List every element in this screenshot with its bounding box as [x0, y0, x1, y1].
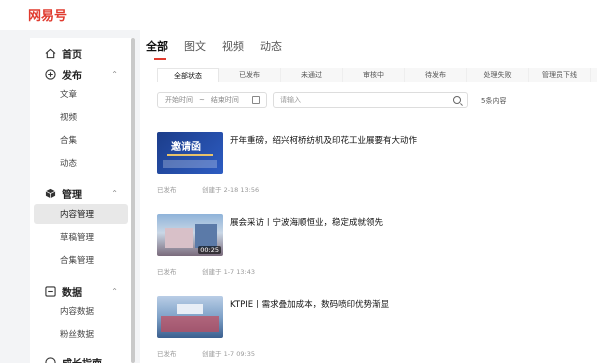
sidebar-section-data[interactable]: 数据 ⌃ [30, 281, 130, 301]
search-icon[interactable] [453, 96, 461, 104]
sidebar-section-growth[interactable]: 成长指南 [30, 352, 130, 363]
list-item[interactable]: KTPIE丨需求叠加成本，数码喷印优势渐显 已发布 创建于 1-7 09:35 [157, 296, 587, 363]
sidebar-item-article[interactable]: 文章 [34, 84, 128, 104]
item-created-time: 创建于 2-18 13:56 [202, 186, 260, 194]
date-end: 结束时间 [210, 96, 239, 104]
sidebar-scrollbar[interactable] [131, 38, 135, 363]
sidebar-section-manage[interactable]: 管理 ⌃ [30, 183, 130, 203]
item-status: 已发布 [157, 186, 177, 194]
sidebar-item-draft-manage[interactable]: 草稿管理 [34, 227, 128, 247]
sidebar-item-content-data[interactable]: 内容数据 [34, 301, 128, 321]
main-panel: 全部 图文 视频 动态 全部状态 已发布 未通过 审核中 待发布 处理失败 管理… [140, 30, 600, 363]
sidebar-section-label: 数据 [62, 287, 82, 299]
chevron-up-icon: ⌃ [111, 188, 118, 198]
sidebar-item-label: 首页 [62, 49, 82, 61]
filter-published[interactable]: 已发布 [219, 68, 281, 82]
filter-admin-offline[interactable]: 管理员下线 [529, 68, 591, 82]
status-filter-bar: 全部状态 已发布 未通过 审核中 待发布 处理失败 管理员下线 [157, 68, 597, 82]
tab-moments[interactable]: 动态 [260, 40, 282, 60]
thumbnail[interactable] [157, 296, 223, 338]
sidebar-item-collection-manage[interactable]: 合集管理 [34, 250, 128, 270]
thumbnail-decoration [165, 228, 193, 248]
thumbnail[interactable]: 邀请函 [157, 132, 223, 174]
search-input[interactable]: 请输入 [273, 92, 468, 108]
sidebar-section-publish[interactable]: 发布 ⌃ [30, 64, 130, 84]
sidebar-item-moments[interactable]: 动态 [34, 153, 128, 173]
tab-all[interactable]: 全部 [146, 40, 168, 60]
thumbnail-decoration [161, 316, 219, 332]
growth-icon [44, 356, 56, 363]
sidebar-item-video[interactable]: 视频 [34, 107, 128, 127]
chevron-up-icon: ⌃ [111, 286, 118, 296]
content-count: 5条内容 [481, 97, 507, 105]
thumbnail-text: 邀请函 [171, 142, 201, 153]
filter-rejected[interactable]: 未通过 [281, 68, 343, 82]
sidebar-item-collection[interactable]: 合集 [34, 130, 128, 150]
cube-icon [44, 187, 56, 199]
item-created-time: 创建于 1-7 09:35 [202, 350, 255, 358]
list-item[interactable]: 00:25 展会采访丨宁波海顺恒业，稳定成就领先 已发布 创建于 1-7 13:… [157, 214, 587, 286]
home-icon [44, 47, 56, 59]
item-title[interactable]: KTPIE丨需求叠加成本，数码喷印优势渐显 [230, 298, 550, 310]
sidebar-item-fans-data[interactable]: 粉丝数据 [34, 324, 128, 344]
thumbnail-decoration [177, 304, 203, 314]
sidebar-section-label: 发布 [62, 70, 82, 82]
sidebar-section-label: 成长指南 [62, 355, 102, 363]
logo[interactable]: 网易号 [28, 5, 67, 24]
sidebar-item-home[interactable]: 首页 [30, 43, 130, 63]
filter-all-status[interactable]: 全部状态 [157, 68, 219, 82]
filter-failed[interactable]: 处理失败 [467, 68, 529, 82]
search-placeholder: 请输入 [280, 96, 301, 104]
tab-article[interactable]: 图文 [184, 40, 206, 60]
tab-video[interactable]: 视频 [222, 40, 244, 60]
minus-square-icon [44, 285, 56, 297]
list-item[interactable]: 邀请函 开年重磅，绍兴柯桥纺机及印花工业展要有大动作 已发布 创建于 2-18 … [157, 132, 587, 204]
filter-pending[interactable]: 待发布 [405, 68, 467, 82]
date-start: 开始时间 [165, 96, 193, 104]
date-range-picker[interactable]: 开始时间 ~ 结束时间 [157, 92, 267, 108]
item-created-time: 创建于 1-7 13:43 [202, 268, 255, 276]
filter-reviewing[interactable]: 审核中 [343, 68, 405, 82]
video-duration: 00:25 [198, 246, 221, 254]
item-status: 已发布 [157, 268, 177, 276]
item-title[interactable]: 展会采访丨宁波海顺恒业，稳定成就领先 [230, 216, 550, 228]
active-tab-indicator [154, 58, 166, 60]
content-type-tabs: 全部 图文 视频 动态 [146, 40, 298, 60]
plus-circle-icon [44, 68, 56, 80]
thumbnail-decoration [195, 224, 217, 248]
chevron-up-icon: ⌃ [111, 69, 118, 79]
top-bar: 网易号 [0, 0, 600, 30]
sidebar-section-label: 管理 [62, 189, 82, 201]
calendar-icon [252, 96, 260, 104]
sidebar: 首页 发布 ⌃ 文章 视频 合集 动态 管理 ⌃ 内容管理 草稿管理 合集管理 … [30, 38, 135, 363]
thumbnail[interactable]: 00:25 [157, 214, 223, 256]
item-status: 已发布 [157, 350, 177, 358]
sidebar-item-content-manage[interactable]: 内容管理 [34, 204, 128, 224]
thumbnail-decoration [167, 154, 213, 156]
thumbnail-decoration [163, 160, 217, 168]
item-title[interactable]: 开年重磅，绍兴柯桥纺机及印花工业展要有大动作 [230, 134, 550, 146]
date-separator: ~ [199, 96, 205, 104]
